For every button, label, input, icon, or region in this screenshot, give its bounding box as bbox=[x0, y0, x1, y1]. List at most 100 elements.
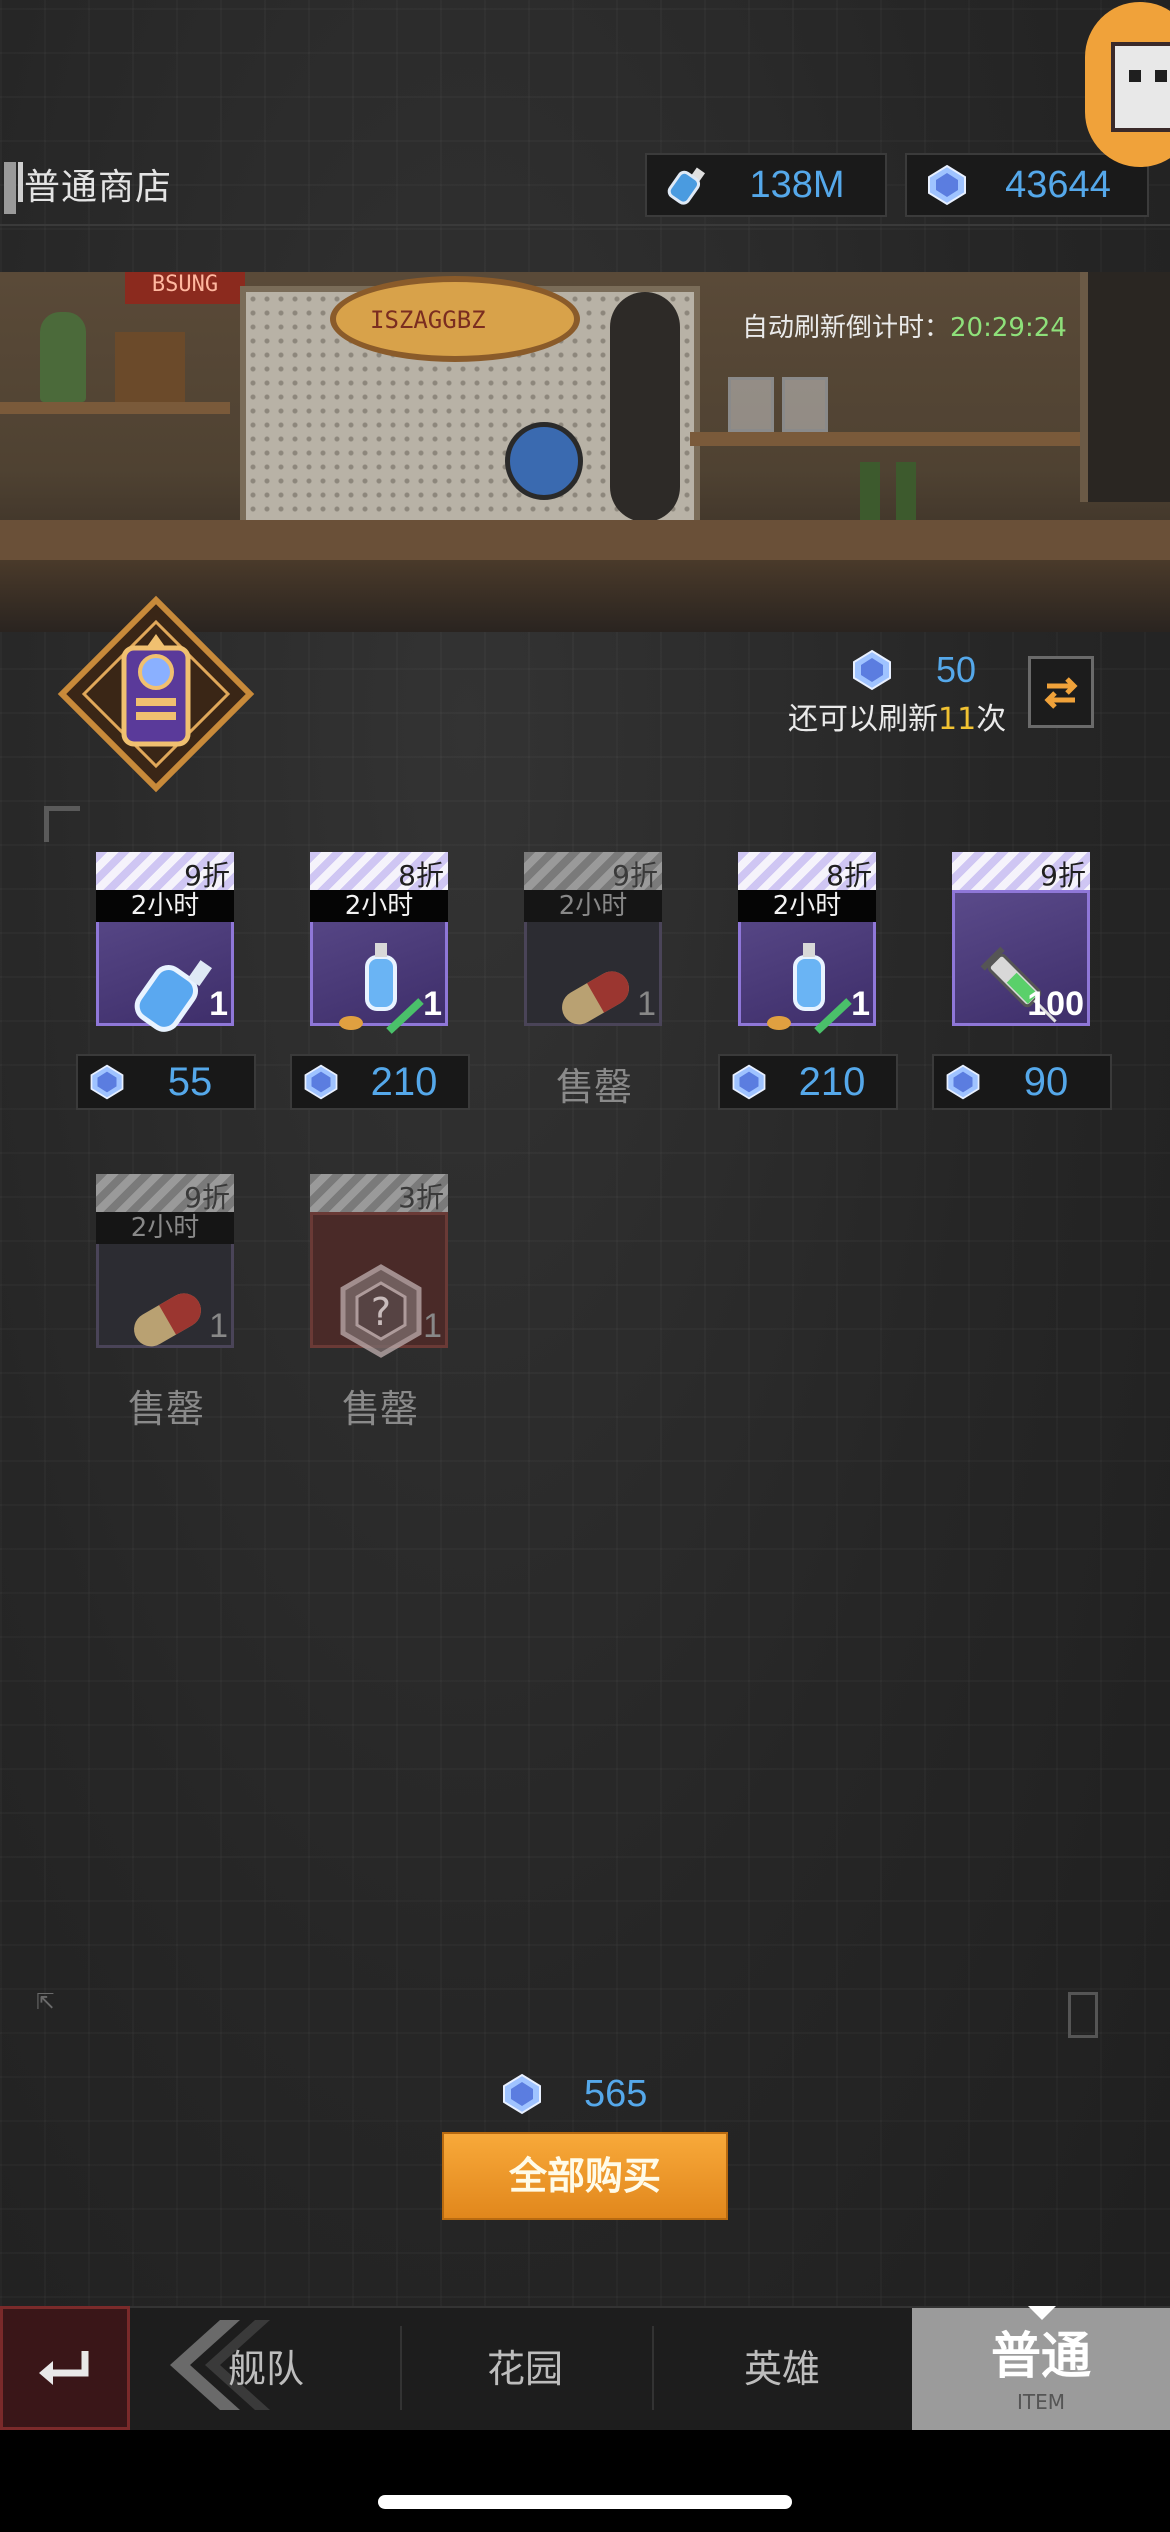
shop-item[interactable]: 9折 2小时 1 bbox=[96, 852, 234, 1032]
discount-label: 9折 bbox=[184, 1181, 230, 1214]
capsule-icon bbox=[562, 971, 629, 1025]
blue-potion-icon bbox=[134, 960, 212, 1032]
player-avatar[interactable] bbox=[1085, 2, 1170, 167]
price-value: 210 bbox=[798, 1059, 866, 1104]
sold-out-label: 售罄 bbox=[127, 1387, 204, 1431]
discount-label: 3折 bbox=[398, 1181, 444, 1214]
shop-item-sold-out: 9折 2小时 1 bbox=[96, 1174, 234, 1350]
tab-normal-active[interactable]: 普通 ITEM bbox=[912, 2306, 1170, 2430]
flask-syringe-icon bbox=[339, 943, 424, 1034]
price-value: 55 bbox=[167, 1059, 213, 1104]
jar-decoration bbox=[728, 377, 774, 432]
bottle-decoration bbox=[860, 462, 880, 522]
item-quantity: 100 bbox=[1027, 985, 1084, 1023]
item-quantity: 1 bbox=[209, 985, 228, 1023]
back-arrow-icon bbox=[39, 2351, 89, 2385]
grid-corner-mark: ⇱ bbox=[36, 1990, 55, 2015]
gem-count: 43644 bbox=[1005, 163, 1111, 206]
bottle-count: 138M bbox=[749, 163, 845, 206]
item-quantity: 1 bbox=[851, 985, 870, 1023]
sold-out-label: 售罄 bbox=[555, 1065, 632, 1109]
grid-corner-mark bbox=[1068, 1992, 1098, 2038]
bottle-resource[interactable]: 138M bbox=[645, 153, 887, 217]
item-quantity: 1 bbox=[209, 1307, 228, 1345]
nav-divider bbox=[400, 2326, 402, 2410]
active-tab-sublabel: ITEM bbox=[1016, 2390, 1065, 2414]
discount-tag: 8折 bbox=[738, 852, 876, 892]
item-timer: 2小时 bbox=[96, 1212, 234, 1244]
gem-icon bbox=[928, 164, 966, 206]
gem-icon bbox=[90, 1064, 124, 1100]
grid-corner-mark bbox=[44, 806, 80, 842]
refresh-countdown: 自动刷新倒计时：20:29:24 bbox=[742, 307, 1067, 344]
shop-title: 普通商店 bbox=[24, 167, 173, 208]
discount-tag: 8折 bbox=[310, 852, 448, 892]
capsule-icon bbox=[134, 1293, 201, 1347]
refresh-remaining-count: 11 bbox=[938, 702, 977, 737]
tab-hero[interactable]: 英雄 bbox=[744, 2338, 820, 2393]
item-timer: 2小时 bbox=[310, 890, 448, 922]
total-cost: 565 bbox=[500, 2072, 647, 2116]
item-timer: 2小时 bbox=[96, 890, 234, 922]
system-home-area bbox=[0, 2430, 1170, 2532]
shop-item[interactable]: 8折 2小时 1 bbox=[310, 852, 448, 1034]
refresh-remaining-suffix: 次 bbox=[976, 702, 1007, 737]
discount-label: 9折 bbox=[1040, 859, 1086, 892]
price-button[interactable]: 210 bbox=[290, 1054, 470, 1110]
gem-resource[interactable]: 43644 bbox=[905, 153, 1149, 217]
gem-icon bbox=[304, 1064, 338, 1100]
discount-label: 9折 bbox=[184, 859, 230, 892]
divider bbox=[0, 224, 1170, 226]
price-button[interactable]: 210 bbox=[718, 1054, 898, 1110]
discount-tag: 9折 bbox=[952, 852, 1090, 892]
avatar-eye-left bbox=[1129, 70, 1141, 82]
nav-divider bbox=[652, 2326, 654, 2410]
title-accent-bar-2 bbox=[18, 162, 23, 202]
shop-item[interactable]: 9折 100 bbox=[952, 852, 1090, 1028]
countdown-label: 自动刷新倒计时： bbox=[742, 313, 951, 343]
active-tab-label: 普通 bbox=[991, 2326, 1091, 2385]
left-shelf bbox=[0, 402, 230, 414]
flask-syringe-icon bbox=[767, 943, 852, 1034]
tab-garden[interactable]: 花园 bbox=[487, 2338, 563, 2393]
home-indicator[interactable] bbox=[378, 2495, 792, 2509]
gem-icon bbox=[853, 649, 891, 691]
shop-item-sold-out: 9折 2小时 1 bbox=[524, 852, 662, 1028]
buy-all-button[interactable]: 全部购买 bbox=[442, 2132, 728, 2220]
avatar-face bbox=[1111, 42, 1170, 132]
gem-icon bbox=[732, 1064, 766, 1100]
discount-label: 9折 bbox=[612, 859, 658, 892]
skateboard-decoration bbox=[610, 292, 680, 522]
shop-item-sold-out: 3折 ? 1 bbox=[310, 1174, 448, 1358]
discount-tag: 9折 bbox=[96, 852, 234, 892]
scene-red-sign: BSUNG bbox=[125, 272, 245, 304]
boot-decoration bbox=[115, 332, 185, 402]
tab-fleet[interactable]: 舰队 bbox=[228, 2338, 304, 2393]
price-value: 210 bbox=[370, 1059, 438, 1104]
item-timer: 2小时 bbox=[524, 890, 662, 922]
back-button[interactable] bbox=[0, 2306, 130, 2430]
right-shelf bbox=[690, 432, 1080, 446]
refresh-button[interactable] bbox=[1028, 656, 1094, 728]
gem-icon bbox=[946, 1064, 980, 1100]
item-timer: 2小时 bbox=[738, 890, 876, 922]
svg-text:?: ? bbox=[371, 1290, 391, 1334]
bottle-icon bbox=[667, 167, 706, 205]
window-decoration bbox=[1080, 272, 1170, 502]
globe-decoration bbox=[505, 422, 583, 500]
countdown-time: 20:29:24 bbox=[950, 313, 1067, 343]
total-cost-value: 565 bbox=[584, 2072, 648, 2115]
gem-icon bbox=[503, 2073, 541, 2115]
shop-item[interactable]: 8折 2小时 1 bbox=[738, 852, 876, 1034]
discount-label: 8折 bbox=[398, 859, 444, 892]
discount-tag: 9折 bbox=[524, 852, 662, 892]
avatar-eye-right bbox=[1155, 70, 1167, 82]
price-button[interactable]: 90 bbox=[932, 1054, 1112, 1110]
refresh-remaining: 还可以刷新11次 bbox=[788, 694, 1006, 738]
title-accent-bar bbox=[4, 162, 16, 214]
price-button[interactable]: 55 bbox=[76, 1054, 256, 1110]
mystery-badge-icon: ? bbox=[340, 1264, 422, 1358]
discount-label: 8折 bbox=[826, 859, 872, 892]
item-quantity: 1 bbox=[637, 985, 656, 1023]
price-value: 90 bbox=[1023, 1059, 1069, 1104]
